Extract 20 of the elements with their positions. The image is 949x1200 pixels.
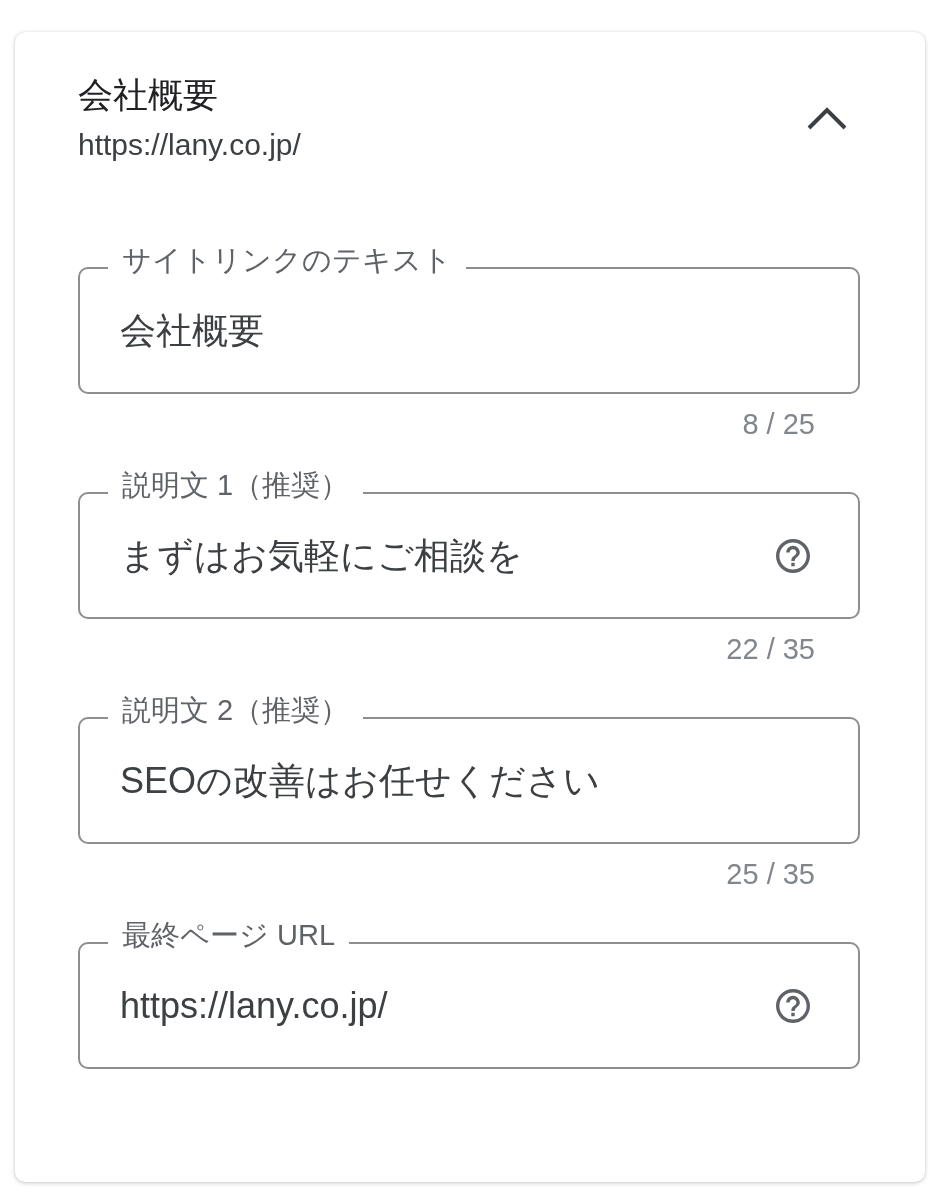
- section-title: 会社概要: [78, 75, 219, 115]
- field-value: まずはお気軽にご相談を: [120, 536, 523, 576]
- field-label: 説明文 2（推奨）: [121, 694, 351, 728]
- help-icon[interactable]: [776, 989, 810, 1023]
- field-value: 会社概要: [120, 311, 264, 351]
- field-label: 最終ページ URL: [121, 919, 337, 953]
- section-url: https://lany.co.jp/: [78, 127, 301, 163]
- help-icon[interactable]: [776, 539, 810, 573]
- field-value: https://lany.co.jp/: [120, 986, 388, 1026]
- character-counter: 22 / 35: [726, 633, 815, 665]
- field-label: サイトリンクのテキスト: [121, 244, 453, 278]
- collapse-button[interactable]: [806, 107, 848, 131]
- chevron-up-icon: [806, 107, 848, 131]
- field-value: SEOの改善はお任せください: [120, 761, 601, 801]
- input-field[interactable]: 最終ページ URL https://lany.co.jp/: [78, 919, 860, 1069]
- field-label: 説明文 1（推奨）: [121, 469, 351, 503]
- character-counter: 25 / 35: [726, 858, 815, 890]
- character-counter: 8 / 25: [742, 408, 815, 440]
- input-field[interactable]: 説明文 1（推奨） まずはお気軽にご相談を: [78, 469, 860, 619]
- input-field[interactable]: 説明文 2（推奨） SEOの改善はお任せください: [78, 694, 860, 844]
